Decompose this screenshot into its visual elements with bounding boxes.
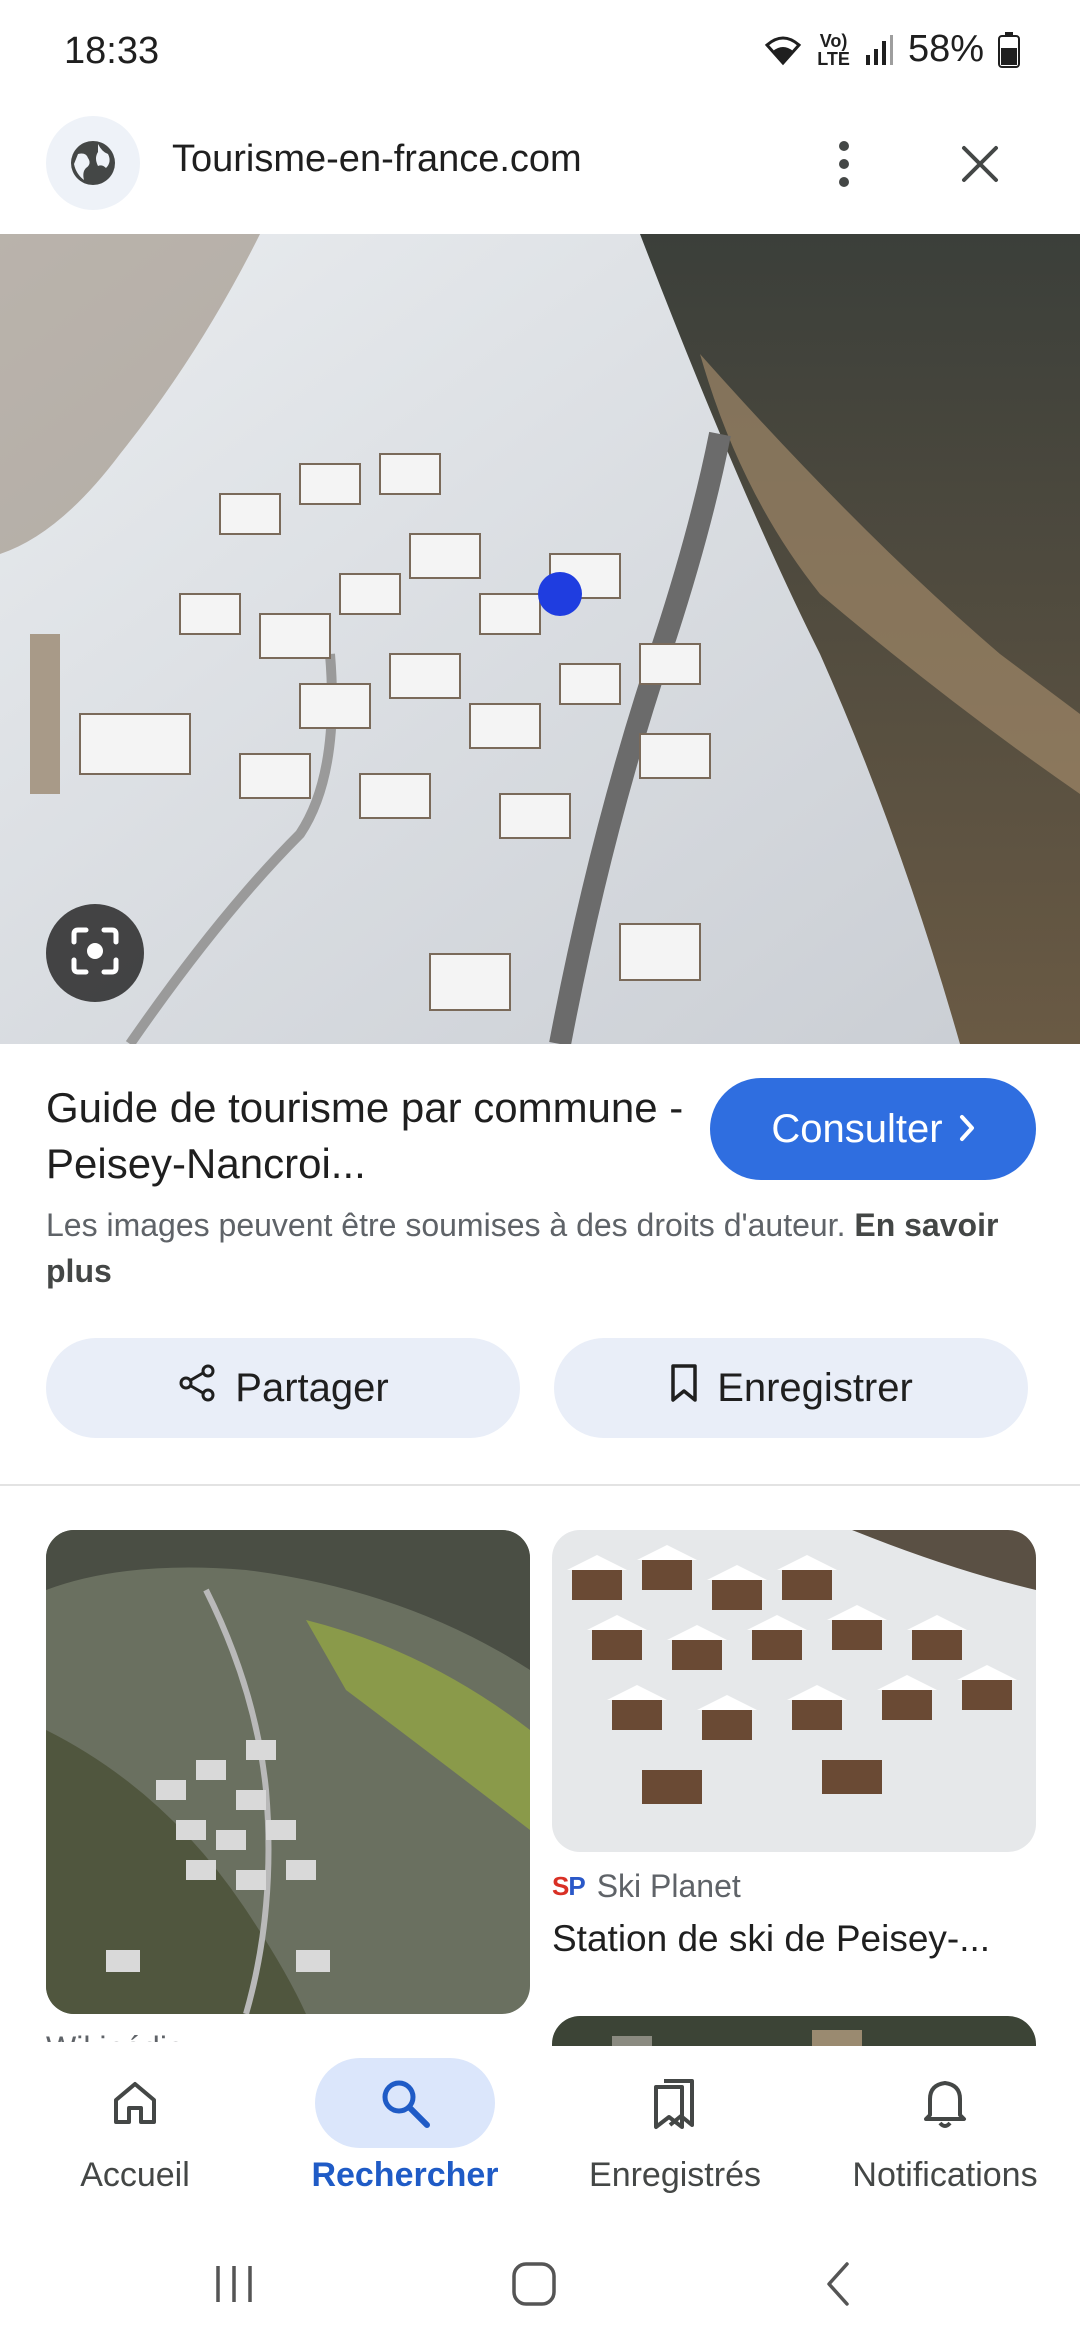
battery-icon <box>998 31 1020 68</box>
divider <box>0 1484 1080 1486</box>
hero-image[interactable] <box>0 234 1080 1044</box>
signal-icon <box>864 33 894 67</box>
nav-home[interactable]: Accueil <box>0 2046 270 2230</box>
nav-home-label: Accueil <box>80 2156 190 2194</box>
related-image-wikipedia[interactable] <box>46 1530 530 2014</box>
nav-search-label: Rechercher <box>311 2156 499 2194</box>
status-time: 18:33 <box>64 30 160 72</box>
related-image-ski-planet[interactable] <box>552 1530 1036 1852</box>
home-button[interactable] <box>494 2256 574 2316</box>
system-nav-bar <box>0 2230 1080 2340</box>
close-button[interactable] <box>950 132 1010 200</box>
share-label: Partager <box>235 1365 389 1410</box>
volte-icon: Vo) LTE <box>817 30 850 69</box>
copyright-notice: Les images peuvent être soumises à des d… <box>46 1202 1046 1294</box>
nav-saved-label: Enregistrés <box>589 2156 761 2194</box>
ski-planet-logo-icon: SP <box>552 1871 586 1901</box>
result-title[interactable]: Guide de tourisme par commune - Peisey-N… <box>46 1080 686 1192</box>
bottom-nav: Accueil Rechercher Enregistrés Notificat… <box>0 2046 1080 2230</box>
nav-notifications-label: Notifications <box>852 2156 1038 2194</box>
copyright-text: Les images peuvent être soumises à des d… <box>46 1207 846 1243</box>
consult-label: Consulter <box>771 1106 943 1151</box>
search-icon <box>315 2058 495 2148</box>
globe-icon <box>46 116 140 210</box>
consult-button[interactable]: Consulter <box>710 1078 1036 1180</box>
source-row: SP Ski Planet <box>552 1868 741 1905</box>
site-title[interactable]: Tourisme-en-france.com <box>172 138 582 181</box>
home-icon <box>45 2058 225 2148</box>
status-bar: 18:33 Vo) LTE 58% <box>0 0 1080 110</box>
result-header: Tourisme-en-france.com <box>0 110 1080 234</box>
bookmark-icon <box>669 1363 699 1413</box>
close-icon <box>960 144 1000 189</box>
save-button[interactable]: Enregistrer <box>554 1338 1028 1438</box>
lens-icon <box>68 924 122 983</box>
saved-icon <box>585 2058 765 2148</box>
lens-button[interactable] <box>46 904 144 1002</box>
recent-apps-icon <box>212 2262 256 2311</box>
nav-notifications[interactable]: Notifications <box>810 2046 1080 2230</box>
chevron-right-icon <box>959 1107 975 1152</box>
wikipedia-source-peek: Wikipédia <box>46 2028 185 2042</box>
source-name: Ski Planet <box>596 1868 741 1904</box>
bell-icon <box>855 2058 1035 2148</box>
nav-saved[interactable]: Enregistrés <box>540 2046 810 2230</box>
related-title[interactable]: Station de ski de Peisey-... <box>552 1918 1042 1960</box>
more-vert-icon <box>838 140 850 193</box>
recent-apps-button[interactable] <box>194 2256 274 2316</box>
wifi-icon <box>763 33 803 67</box>
share-icon <box>177 1363 217 1413</box>
home-square-icon <box>510 2260 558 2313</box>
nav-search[interactable]: Rechercher <box>270 2046 540 2230</box>
save-label: Enregistrer <box>717 1365 913 1410</box>
more-options-button[interactable] <box>820 132 868 200</box>
share-button[interactable]: Partager <box>46 1338 520 1438</box>
battery-percent: 58% <box>907 28 984 70</box>
status-icons: Vo) LTE 58% <box>763 28 1020 71</box>
back-button[interactable] <box>798 2256 878 2316</box>
back-icon <box>823 2260 853 2313</box>
